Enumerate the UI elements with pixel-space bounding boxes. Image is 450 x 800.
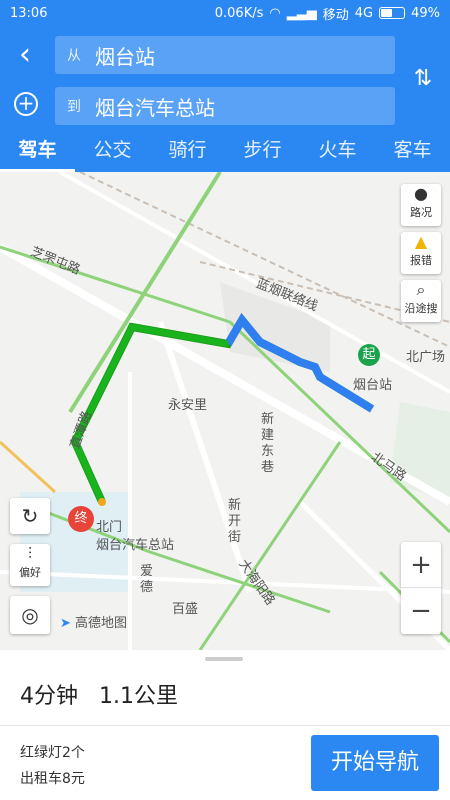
sliders-icon: ⫶ xyxy=(27,544,32,563)
back-button[interactable]: ‹ xyxy=(10,40,40,70)
tab-train[interactable]: 火车 xyxy=(300,128,375,172)
map-label-road13: 烟台汽车总站 xyxy=(96,538,175,553)
amap-logo: ➤ 高德地图 xyxy=(60,612,127,631)
traffic-icon: ● xyxy=(414,184,428,203)
status-network: 4G xyxy=(354,5,374,21)
map-label-road12: 北门 xyxy=(96,520,123,535)
add-waypoint-button[interactable]: + xyxy=(14,92,38,116)
status-battery: 49% xyxy=(411,5,440,21)
map-label-road8: 爱德 xyxy=(140,564,154,595)
report-button[interactable]: ▲ 报错 xyxy=(401,232,441,274)
battery-icon xyxy=(379,7,406,19)
map-canvas xyxy=(0,172,450,650)
route-summary-sheet: 4分钟 1.1公里 红绿灯2个 出租车8元 开始导航 xyxy=(0,650,450,800)
to-prefix: 到 xyxy=(67,99,81,115)
zoom-in-button[interactable]: + xyxy=(401,542,441,588)
start-marker[interactable]: 起 xyxy=(358,344,380,366)
route-summary: 4分钟 1.1公里 xyxy=(20,678,192,710)
search-icon: ⌕ xyxy=(416,280,426,299)
traffic-label: 路况 xyxy=(410,206,432,219)
report-label: 报错 xyxy=(410,254,432,267)
status-bar: 13:06 0.06K/s ◠ ▂▃▅ 移动 4G 49% xyxy=(0,0,450,26)
map-label-road3: 永安里 xyxy=(168,398,208,413)
tab-walk[interactable]: 步行 xyxy=(225,128,300,172)
from-prefix: 从 xyxy=(67,48,81,64)
drag-handle[interactable] xyxy=(205,657,243,661)
search-along-label: 沿途搜 xyxy=(404,302,438,315)
logo-icon: ➤ xyxy=(60,616,71,631)
map-label-road9: 百盛 xyxy=(172,602,199,617)
zoom-out-button[interactable]: − xyxy=(401,588,441,634)
status-speed: 0.06K/s xyxy=(214,5,264,21)
refresh-icon: ↻ xyxy=(21,504,39,528)
from-field[interactable]: 从 烟台站 xyxy=(55,36,395,74)
wifi-icon: ◠ xyxy=(269,5,281,21)
tab-bike[interactable]: 骑行 xyxy=(150,128,225,172)
route-distance: 1.1公里 xyxy=(99,684,178,709)
status-carrier: 移动 xyxy=(322,7,349,23)
to-value: 烟台汽车总站 xyxy=(95,95,215,120)
taxi-fare: 出租车8元 xyxy=(20,771,85,787)
swap-icon[interactable]: ⇅ xyxy=(410,66,436,96)
to-field[interactable]: 到 烟台汽车总站 xyxy=(55,87,395,125)
map-label-road4: 新建东巷 xyxy=(261,412,275,475)
preference-label: 偏好 xyxy=(19,566,41,579)
status-time: 13:06 xyxy=(10,5,48,21)
traffic-button[interactable]: ● 路况 xyxy=(401,184,441,226)
zoom-control: + − xyxy=(401,542,441,634)
route-duration: 4分钟 xyxy=(20,684,78,709)
route-info: 红绿灯2个 出租车8元 xyxy=(20,740,85,792)
signal-icon: ▂▃▅ xyxy=(286,5,317,21)
map-view[interactable]: 芝罘屯路 蓝烟联络线 永安里 新建东巷 新开街 北马路 大海阳路 爱德 百盛 北… xyxy=(0,172,450,650)
end-marker[interactable]: 终 xyxy=(68,506,94,532)
preference-button[interactable]: ⫶ 偏好 xyxy=(10,544,50,586)
locate-button[interactable]: ◎ xyxy=(10,596,50,634)
locate-icon: ◎ xyxy=(21,603,39,627)
logo-text: 高德地图 xyxy=(75,616,128,631)
traffic-lights-count: 红绿灯2个 xyxy=(20,745,85,761)
start-navigation-button[interactable]: 开始导航 xyxy=(311,735,439,791)
map-label-road5: 新开街 xyxy=(228,498,242,545)
tab-coach[interactable]: 客车 xyxy=(375,128,450,172)
transport-tabs: 驾车 公交 骑行 步行 火车 客车 xyxy=(0,128,450,172)
map-label-road11: 烟台站 xyxy=(353,378,393,393)
map-label-road10: 北广场 xyxy=(406,350,446,365)
warning-icon: ▲ xyxy=(414,232,428,251)
from-value: 烟台站 xyxy=(95,44,155,69)
divider xyxy=(0,725,450,726)
tab-drive[interactable]: 驾车 xyxy=(0,128,75,172)
search-along-button[interactable]: ⌕ 沿途搜 xyxy=(401,280,441,322)
tab-bus[interactable]: 公交 xyxy=(75,128,150,172)
refresh-button[interactable]: ↻ xyxy=(10,498,50,534)
